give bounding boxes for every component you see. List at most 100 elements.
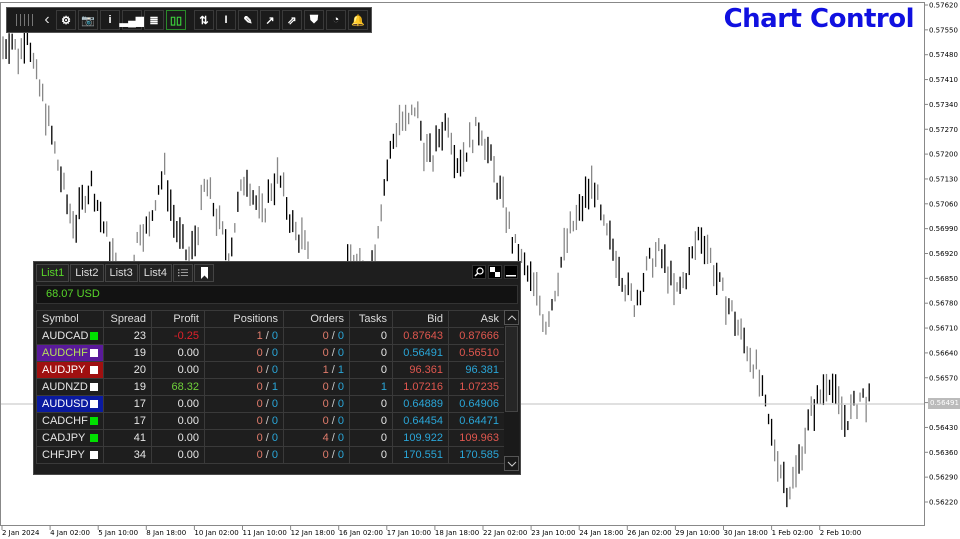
time-label: 4 Jan 02:00 — [50, 529, 90, 537]
table-row[interactable]: CADJPY 41 0.00 0 / 04 / 0 0 109.922 109.963 — [36, 429, 505, 447]
status-marker-icon — [90, 383, 98, 391]
scroll-up-button[interactable] — [504, 310, 519, 325]
column-header-ask[interactable]: Ask — [448, 310, 505, 328]
gear-icon: ⚙ — [61, 14, 71, 27]
gear-button[interactable]: ⚙ — [56, 10, 76, 30]
orders-cell: 0 / 0 — [283, 395, 350, 413]
trend-up-button[interactable]: ↗ — [260, 10, 280, 30]
trend-compare-icon: ⇗ — [287, 14, 297, 27]
back-button[interactable]: ‹ — [39, 10, 55, 30]
info-button[interactable]: i — [100, 10, 120, 30]
positions-cell: 0 / 1 — [204, 378, 284, 396]
trend-compare-button[interactable]: ⇗ — [282, 10, 302, 30]
scroll-thumb[interactable] — [505, 326, 518, 412]
orders-cell: 0 / 0 — [283, 378, 350, 396]
table-row[interactable]: AUDCAD 23 -0.25 1 / 00 / 0 0 0.87643 0.87666 — [36, 327, 505, 345]
symbol-cell[interactable]: CADJPY — [36, 429, 104, 447]
tab-list2[interactable]: List2 — [70, 264, 104, 282]
symbol-cell[interactable]: AUDCHF — [36, 344, 104, 362]
column-header-symbol[interactable]: Symbol — [36, 310, 104, 328]
column-header-orders[interactable]: Orders — [283, 310, 350, 328]
orders-cell: 1 / 1 — [283, 361, 350, 379]
positions-cell: 0 / 0 — [204, 344, 284, 362]
menu-list-button[interactable] — [173, 264, 193, 282]
tab-list3[interactable]: List3 — [104, 264, 138, 282]
tab-list4[interactable]: List4 — [138, 264, 172, 282]
price-label: 0.57620 — [929, 2, 958, 10]
menu-list-icon — [178, 269, 188, 277]
camera-icon: 📷 — [81, 14, 95, 27]
list-button[interactable]: ≣ — [144, 10, 164, 30]
positions-cell: 0 / 0 — [204, 395, 284, 413]
time-label: 23 Jan 10:00 — [531, 529, 575, 537]
time-label: 17 Jan 10:00 — [387, 529, 431, 537]
shield-button[interactable]: ⛊ — [304, 10, 324, 30]
sort-arrows-icon: ⇅ — [199, 14, 209, 27]
bell-icon: 🔔 — [351, 14, 365, 27]
price-label: 0.57410 — [929, 76, 958, 84]
column-header-spread[interactable]: Spread — [103, 310, 152, 328]
price-label: 0.57480 — [929, 51, 958, 59]
profit-cell: 0.00 — [151, 344, 205, 362]
time-label: 18 Jan 18:00 — [435, 529, 479, 537]
time-label: 24 Jan 18:00 — [579, 529, 623, 537]
symbol-cell[interactable]: CHFJPY — [36, 446, 104, 464]
time-label: 26 Jan 02:00 — [627, 529, 671, 537]
column-header-tasks[interactable]: Tasks — [349, 310, 393, 328]
positions-cell: 0 / 0 — [204, 446, 284, 464]
shield-icon: ⛊ — [309, 13, 319, 26]
profit-cell: 0.00 — [151, 412, 205, 430]
orders-cell: 0 / 0 — [283, 412, 350, 430]
profit-cell: 0.00 — [151, 429, 205, 447]
sort-arrows-button[interactable]: ⇅ — [194, 10, 214, 30]
column-header-profit[interactable]: Profit — [151, 310, 205, 328]
minimize-button[interactable] — [504, 265, 518, 279]
status-marker-icon — [90, 451, 98, 459]
table-row[interactable]: AUDNZD 19 68.32 0 / 10 / 0 1 1.07216 1.07235 — [36, 378, 505, 396]
orders-cell: 0 / 0 — [283, 344, 350, 362]
table-row[interactable]: AUDUSD 17 0.00 0 / 00 / 0 0 0.64889 0.64906 — [36, 395, 505, 413]
status-marker-icon — [90, 349, 98, 357]
symbol-cell[interactable]: CADCHF — [36, 412, 104, 430]
symbol-name: AUDCAD — [42, 330, 89, 342]
camera-button[interactable]: 📷 — [78, 10, 98, 30]
pie-chart-icon: ◔ — [332, 14, 340, 26]
symbol-cell[interactable]: AUDUSD — [36, 395, 104, 413]
symbol-cell[interactable]: AUDCAD — [36, 327, 104, 345]
table-row[interactable]: AUDCHF 19 0.00 0 / 00 / 0 0 0.56491 0.56510 — [36, 344, 505, 362]
symbol-name: AUDNZD — [42, 381, 88, 393]
ask-cell: 1.07235 — [448, 378, 505, 396]
spread-cell: 17 — [103, 395, 152, 413]
chevron-down-icon — [507, 461, 516, 467]
period-separator-button[interactable]: I — [216, 10, 236, 30]
table-scrollbar[interactable] — [504, 310, 519, 471]
tasks-cell: 0 — [349, 429, 393, 447]
symbol-cell[interactable]: AUDJPY — [36, 361, 104, 379]
tasks-cell: 1 — [349, 378, 393, 396]
column-header-positions[interactable]: Positions — [204, 310, 284, 328]
bookmark-button[interactable] — [194, 264, 214, 282]
pie-chart-button[interactable]: ◔ — [326, 10, 346, 30]
time-axis: 2 Jan 2024 4 Jan 02:00 5 Jan 10:00 8 Jan 18… — [1, 526, 861, 537]
symbol-name: CHFJPY — [42, 449, 85, 461]
toolbar-grip-handle[interactable] — [9, 10, 39, 30]
candles-button[interactable]: ▯▯ — [166, 10, 186, 30]
scroll-down-button[interactable] — [504, 456, 519, 471]
theme-toggle-button[interactable] — [488, 265, 502, 279]
profit-cell: 68.32 — [151, 378, 205, 396]
column-header-bid[interactable]: Bid — [392, 310, 449, 328]
bell-button[interactable]: 🔔 — [348, 10, 368, 30]
table-row[interactable]: AUDJPY 20 0.00 0 / 01 / 1 0 96.361 96.381 — [36, 361, 505, 379]
price-label: 0.56640 — [929, 349, 958, 357]
signal-bars-button[interactable]: ▂▄▆ — [120, 10, 144, 30]
profit-cell: 0.00 — [151, 446, 205, 464]
table-row[interactable]: CADCHF 17 0.00 0 / 00 / 0 0 0.64454 0.64471 — [36, 412, 505, 430]
search-button[interactable] — [472, 265, 486, 279]
tab-list1[interactable]: List1 — [36, 264, 70, 282]
edit-doc-button[interactable]: ✎ — [238, 10, 258, 30]
time-label: 22 Jan 02:00 — [483, 529, 527, 537]
symbol-cell[interactable]: AUDNZD — [36, 378, 104, 396]
price-label: 0.57060 — [929, 200, 958, 208]
price-label: 0.56780 — [929, 300, 958, 308]
table-row[interactable]: CHFJPY 34 0.00 0 / 00 / 0 0 170.551 170.585 — [36, 446, 505, 464]
